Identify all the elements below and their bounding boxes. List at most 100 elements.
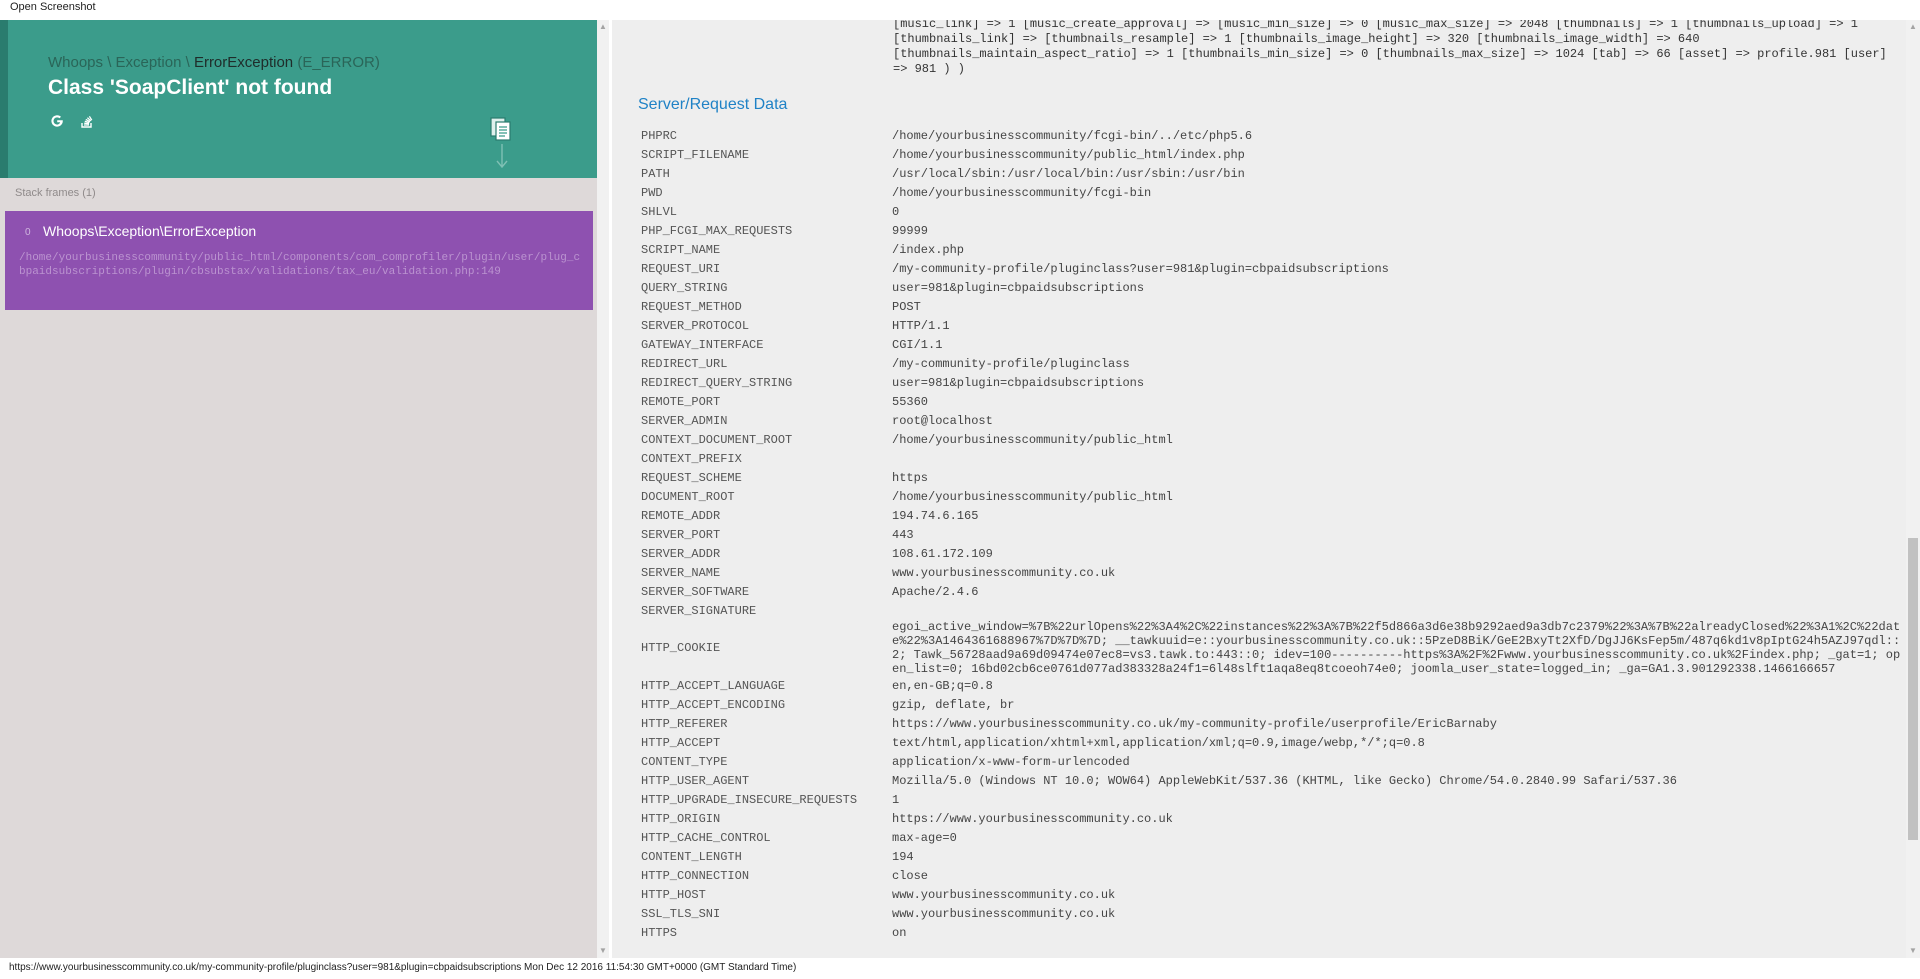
row-key: SERVER_ADMIN <box>641 413 728 428</box>
table-row: SERVER_ADDR 108.61.172.109 <box>641 544 1901 563</box>
row-key: CONTENT_LENGTH <box>641 849 742 864</box>
frame-index: 0 <box>25 227 31 238</box>
table-row: HTTP_USER_AGENT Mozilla/5.0 (Windows NT 1… <box>641 771 1901 790</box>
row-value: on <box>892 925 907 940</box>
window-titlebar: Open Screenshot <box>0 0 1920 20</box>
table-row: SERVER_PROTOCOL HTTP/1.1 <box>641 316 1901 335</box>
dump-line: [thumbnails_link] => [thumbnails_resampl… <box>893 32 1700 46</box>
row-key: REQUEST_URI <box>641 261 721 276</box>
scroll-down-arrow-icon[interactable]: ▼ <box>1909 946 1917 955</box>
table-row: GATEWAY_INTERFACE CGI/1.1 <box>641 335 1901 354</box>
exception-message: Class 'SoapClient' not found <box>48 76 333 99</box>
row-value: 194 <box>892 849 914 864</box>
scroll-up-arrow-icon[interactable]: ▲ <box>599 22 607 31</box>
row-key: REDIRECT_QUERY_STRING <box>641 375 793 390</box>
status-text: https://www.yourbusinesscommunity.co.uk/… <box>9 962 797 973</box>
table-row: CONTENT_LENGTH 194 <box>641 847 1901 866</box>
table-row: HTTP_COOKIE egoi_active_window=%7B%22urlO… <box>641 620 1901 676</box>
scrollbar-thumb[interactable] <box>1908 538 1918 840</box>
row-value: /home/yourbusinesscommunity/public_html <box>892 489 1173 504</box>
row-key: SERVER_PROTOCOL <box>641 318 750 333</box>
table-row: HTTP_ACCEPT_ENCODING gzip, deflate, br <box>641 695 1901 714</box>
table-row: HTTP_CONNECTION close <box>641 866 1901 885</box>
row-value: egoi_active_window=%7B%22urlOpens%22%3A4… <box>892 620 1901 676</box>
row-value: max-age=0 <box>892 830 957 845</box>
row-value: /usr/local/sbin:/usr/local/bin:/usr/sbin… <box>892 166 1245 181</box>
row-key: PHPRC <box>641 128 678 143</box>
row-value: 99999 <box>892 223 929 238</box>
row-key: HTTP_REFERER <box>641 716 728 731</box>
table-row: CONTENT_TYPE application/x-www-form-urlen… <box>641 752 1901 771</box>
status-bar: https://www.yourbusinesscommunity.co.uk/… <box>0 958 1920 979</box>
row-key: SCRIPT_FILENAME <box>641 147 750 162</box>
row-value <box>892 449 1901 468</box>
row-value: /index.php <box>892 242 965 257</box>
table-row: PATH/usr/local/sbin:/usr/local/bin:/usr/… <box>641 164 1901 183</box>
copy-arrow-icon <box>495 144 509 172</box>
row-value: /home/yourbusinesscommunity/fcgi-bin/../… <box>892 128 1253 143</box>
exception-header: Whoops \ Exception \ ErrorException (E_E… <box>0 20 597 178</box>
table-row: SERVER_SOFTWARE Apache/2.4.6 <box>641 582 1901 601</box>
stackoverflow-icon[interactable] <box>78 112 96 130</box>
namespace-1: Whoops <box>48 54 104 71</box>
row-value <box>892 601 1901 620</box>
table-row: HTTP_ACCEPT_LANGUAGE en,en-GB;q=0.8 <box>641 676 1901 695</box>
row-value: /my-community-profile/pluginclass?user=9… <box>892 261 1389 276</box>
row-key: REMOTE_ADDR <box>641 508 721 523</box>
table-row: REQUEST_METHOD POST <box>641 297 1901 316</box>
row-value: https://www.yourbusinesscommunity.co.uk <box>892 811 1173 826</box>
server-data-table: PHPRC/home/yourbusinesscommunity/fcgi-bi… <box>641 126 1901 942</box>
table-row: HTTP_ORIGIN https://www.yourbusinesscommu… <box>641 809 1901 828</box>
table-row: HTTP_REFERER https://www.yourbusinesscomm… <box>641 714 1901 733</box>
row-value: www.yourbusinesscommunity.co.uk <box>892 565 1116 580</box>
row-value: www.yourbusinesscommunity.co.uk <box>892 906 1116 921</box>
table-row: HTTP_HOST www.yourbusinesscommunity.co.uk <box>641 885 1901 904</box>
row-key: REMOTE_PORT <box>641 394 721 409</box>
frame-class: Whoops\Exception\ErrorException <box>43 223 257 239</box>
scroll-up-arrow-icon[interactable]: ▲ <box>1909 22 1917 31</box>
table-row: DOCUMENT_ROOT/home/yourbusinesscommunity… <box>641 487 1901 506</box>
row-value: POST <box>892 299 921 314</box>
stack-frame[interactable]: 0 Whoops\Exception\ErrorException /home/… <box>5 211 593 310</box>
row-key: QUERY_STRING <box>641 280 728 295</box>
row-value: /home/yourbusinesscommunity/public_html/… <box>892 147 1245 162</box>
row-value: /my-community-profile/pluginclass <box>892 356 1130 371</box>
table-row: SSL_TLS_SNI www.yourbusinesscommunity.co.… <box>641 904 1901 923</box>
row-value: en,en-GB;q=0.8 <box>892 678 993 693</box>
dump-line: [thumbnails_maintain_aspect_ratio] => 1 … <box>893 47 1887 61</box>
row-key: SERVER_PORT <box>641 527 721 542</box>
table-row: SERVER_ADMIN root@localhost <box>641 411 1901 430</box>
left-scrollbar[interactable]: ▲ ▼ <box>597 20 609 958</box>
row-key: PATH <box>641 166 670 181</box>
row-key: SCRIPT_NAME <box>641 242 721 257</box>
exception-type: (E_ERROR) <box>297 54 380 71</box>
table-row: REMOTE_PORT 55360 <box>641 392 1901 411</box>
scroll-down-arrow-icon[interactable]: ▼ <box>599 946 607 955</box>
table-row: SERVER_SIGNATURE <box>641 601 1901 620</box>
copy-icon[interactable] <box>488 116 514 142</box>
row-value: 1 <box>892 792 900 807</box>
row-key: PHP_FCGI_MAX_REQUESTS <box>641 223 793 238</box>
row-value: 108.61.172.109 <box>892 546 993 561</box>
row-key: SERVER_ADDR <box>641 546 721 561</box>
row-value: Mozilla/5.0 (Windows NT 10.0; WOW64) App… <box>892 773 1677 788</box>
table-row: REDIRECT_QUERY_STRING user=981&plugin=cbp… <box>641 373 1901 392</box>
row-key: SERVER_NAME <box>641 565 721 580</box>
dump-line: [music_link] => 1 [music_create_approval… <box>893 20 1858 31</box>
search-links <box>48 112 96 130</box>
row-key: SSL_TLS_SNI <box>641 906 721 921</box>
google-search-icon[interactable] <box>48 112 66 130</box>
table-row: SERVER_NAME www.yourbusinesscommunity.co.… <box>641 563 1901 582</box>
row-value: root@localhost <box>892 413 993 428</box>
row-key: SHLVL <box>641 204 678 219</box>
row-key: REQUEST_METHOD <box>641 299 742 314</box>
right-scrollbar[interactable]: ▲ ▼ <box>1906 20 1920 958</box>
row-value: close <box>892 868 929 883</box>
row-value: text/html,application/xhtml+xml,applicat… <box>892 735 1425 750</box>
namespace-2: Exception <box>115 54 182 71</box>
table-row: SHLVL 0 <box>641 202 1901 221</box>
row-value: gzip, deflate, br <box>892 697 1015 712</box>
window-title: Open Screenshot <box>10 1 96 13</box>
table-row: SCRIPT_NAME/index.php <box>641 240 1901 259</box>
row-key: HTTPS <box>641 925 678 940</box>
